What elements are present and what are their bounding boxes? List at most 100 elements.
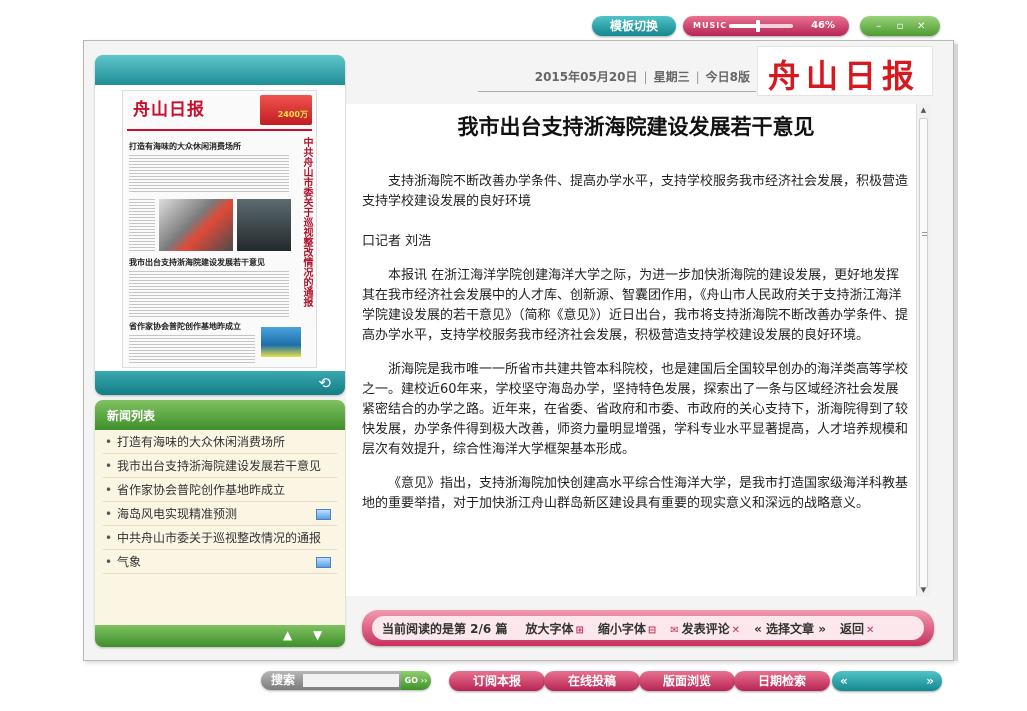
next-page-button[interactable]: » [926,671,934,691]
thumbnail-photo [237,199,291,251]
enlarge-font-button[interactable]: 放大字体 ⊞ [525,620,583,637]
minimize-icon[interactable]: – [872,21,886,32]
select-article-button[interactable]: « 选择文章 » [754,620,826,637]
article-paragraph: 浙海院是我市唯一一所省市共建共管本科院校，也是建国后全国较早创办的海洋类高等学校… [362,362,909,457]
separator: | [695,70,700,84]
search-input[interactable] [303,674,399,687]
refresh-icon[interactable]: ⟲ [318,374,331,392]
thumbnail-footer: ⟲ [95,371,345,395]
image-icon [316,557,331,568]
thumbnail-photo [159,199,233,251]
top-bar: 模板切换 MUSIC 46% – ▫ ✕ [0,14,1027,38]
news-item-label: 气象 [117,555,142,569]
newspaper-page-thumbnail[interactable]: 舟山日报 2400万 打造有海味的大众休闲消费场所 我市出台支持浙海院建设发展若… [122,90,317,368]
date-divider [478,91,756,92]
news-list-panel: 新闻列表 打造有海味的大众休闲消费场所 我市出台支持浙海院建设发展若干意见 省作… [95,400,345,647]
thumbnail-headline[interactable]: 打造有海味的大众休闲消费场所 [129,141,241,152]
masthead-rule [127,129,312,131]
article-view: 我市出台支持浙海院建设发展若干意见 支持浙海院不断改善办学条件、提高办学水平，支… [346,104,930,596]
article-content: 我市出台支持浙海院建设发展若干意见 支持浙海院不断改善办学条件、提高办学水平，支… [362,104,910,596]
article-title: 我市出台支持浙海院建设发展若干意见 [457,115,815,139]
newspaper-logo: 舟山日报 [757,46,933,96]
thumbnail-text-block [129,155,289,193]
article-paragraph: 本报讯 在浙江海洋学院创建海洋大学之际，为进一步加快浙海院的建设发展，更好地发挥… [362,268,909,343]
article-scrollbar[interactable]: ▲ ▼ [916,104,930,596]
back-label: 返回 [839,621,864,636]
enlarge-font-label: 放大字体 [525,621,574,636]
back-button[interactable]: 返回 ✕ [840,620,874,637]
news-list-item[interactable]: 我市出台支持浙海院建设发展若干意见 [103,454,337,478]
music-volume-percent: 46% [811,20,835,31]
chevron-left-icon: « [754,621,762,636]
reading-toolbar-inner: 当前阅读的是第 2/6 篇 放大字体 ⊞ 缩小字体 ⊟ ✉ 发表评论 ✕ « 选择文章 … [372,616,924,640]
scroll-down-icon[interactable]: ▼ [917,584,930,596]
news-list-item[interactable]: 省作家协会普陀创作基地昨成立 [103,478,337,502]
online-submit-button[interactable]: 在线投稿 [544,671,640,691]
search-label: 搜索 [271,673,296,687]
issue-weekday: 星期三 [653,70,690,84]
triangle-up-icon[interactable]: ▲ [283,628,292,642]
grip-icon [922,232,927,236]
article-paragraph: 《意见》指出，支持浙海院加快创建高水平综合性海洋大学，是我市打造国家级海洋科教基… [362,476,909,511]
window-controls: – ▫ ✕ [860,16,940,36]
scrollbar-thumb[interactable] [919,118,928,588]
thumbnail-header [95,55,345,85]
image-icon [316,509,331,520]
thumbnail-masthead: 舟山日报 [133,100,205,120]
triangle-down-icon[interactable]: ▼ [313,628,322,642]
news-list-footer: ▲ ▼ [95,625,345,647]
thumbnail-headline[interactable]: 我市出台支持浙海院建设发展若干意见 [129,257,265,268]
close-icon[interactable]: ✕ [914,21,928,32]
x-icon: ✕ [731,624,741,636]
date-search-button[interactable]: 日期检索 [734,671,830,691]
news-list-item[interactable]: 打造有海味的大众休闲消费场所 [103,430,337,454]
chevron-right-icon: » [818,621,826,636]
news-list-item[interactable]: 气象 [103,550,337,574]
x-icon: ✕ [866,624,875,636]
issue-edition: 今日8版 [705,70,750,84]
search-box: 搜索 GO ›› [261,671,431,690]
issue-date-bar: 2015年05月20日 | 星期三 | 今日8版 [500,68,750,85]
issue-date: 2015年05月20日 [534,70,638,84]
prev-page-button[interactable]: « [840,671,848,691]
template-switch-button[interactable]: 模板切换 [592,16,676,36]
minus-box-icon: ⊟ [647,624,657,636]
music-volume-slider[interactable] [729,20,793,32]
news-list: 打造有海味的大众休闲消费场所 我市出台支持浙海院建设发展若干意见 省作家协会普陀… [95,430,345,574]
thumbnail-photo [261,327,301,357]
restore-icon[interactable]: ▫ [893,21,907,32]
post-comment-label: 发表评论 [681,621,730,636]
article-byline: 口记者 刘浩 [362,234,432,249]
news-item-label: 中共舟山市委关于巡视整改情况的通报 [117,531,322,545]
post-comment-button[interactable]: ✉ 发表评论 ✕ [670,620,740,637]
music-control[interactable]: MUSIC 46% [683,16,849,36]
article-lead: 支持浙海院不断改善办学条件、提高办学水平，支持学校服务我市经济社会发展，积极营造… [362,174,909,209]
frame-shadow [954,44,958,661]
envelope-icon: ✉ [670,624,679,636]
shrink-font-label: 缩小字体 [597,621,646,636]
thumbnail-ad-value: 2400万 [277,110,308,119]
thumbnail-side-title[interactable]: 中共舟山市委关于巡视整改情况的通报 [300,137,312,307]
reading-position: 当前阅读的是第 2/6 篇 [382,621,508,636]
news-item-label: 我市出台支持浙海院建设发展若干意见 [117,459,322,473]
thumbnail-headline[interactable]: 省作家协会普陀创作基地昨成立 [129,321,241,332]
music-volume-handle[interactable] [756,20,761,32]
scroll-up-icon[interactable]: ▲ [917,104,930,116]
news-list-item[interactable]: 海岛风电实现精准预测 [103,502,337,526]
music-label: MUSIC [693,21,728,30]
thumbnail-text-block [129,199,155,251]
reading-toolbar: 当前阅读的是第 2/6 篇 放大字体 ⊞ 缩小字体 ⊟ ✉ 发表评论 ✕ « 选择文章 … [362,610,934,646]
separator: | [643,70,648,84]
news-list-title: 新闻列表 [95,400,345,430]
shrink-font-button[interactable]: 缩小字体 ⊟ [598,620,656,637]
music-volume-fill [729,24,759,28]
news-list-item[interactable]: 中共舟山市委关于巡视整改情况的通报 [103,526,337,550]
plus-box-icon: ⊞ [575,624,584,636]
news-item-label: 打造有海味的大众休闲消费场所 [117,435,286,449]
subscribe-button[interactable]: 订阅本报 [449,671,545,691]
news-item-label: 海岛风电实现精准预测 [117,507,238,521]
thumbnail-text-block [129,335,255,363]
go-button[interactable]: GO ›› [401,671,431,690]
select-article-label: 选择文章 [766,621,815,636]
page-browse-button[interactable]: 版面浏览 [639,671,735,691]
